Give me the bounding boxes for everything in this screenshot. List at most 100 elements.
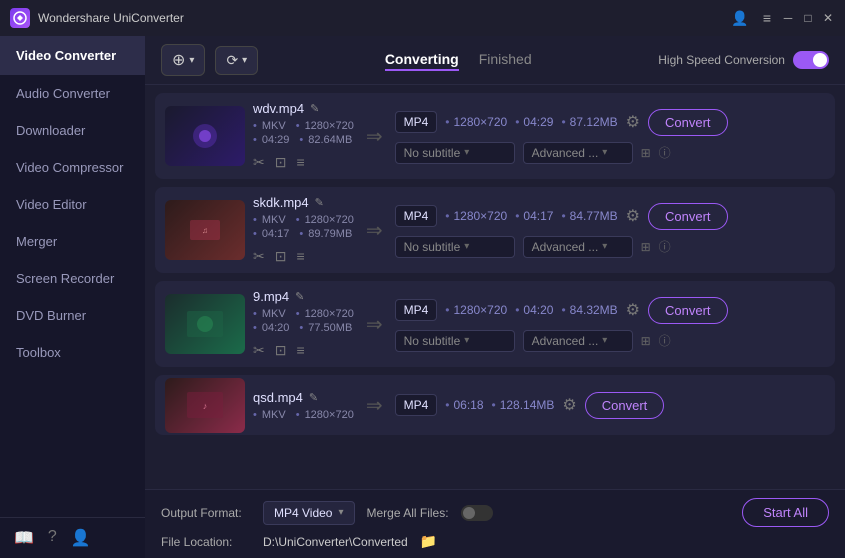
- header-tabs: Converting Finished: [385, 49, 532, 71]
- file-item-1: wdv.mp4 ✎ MKV 1280×720 04:29 82.64MB: [155, 93, 835, 179]
- file-meta-left-1: wdv.mp4 ✎ MKV 1280×720 04:29 82.64MB: [253, 101, 354, 171]
- advanced-select-1[interactable]: Advanced ... ▾: [523, 142, 633, 164]
- sidebar-item-screen-recorder[interactable]: Screen Recorder: [0, 260, 145, 297]
- file-output-4: MP4 06:18 128.14MB ⚙ Convert: [395, 392, 825, 419]
- spec-res-2: 1280×720: [296, 214, 354, 226]
- thumb-image-4: ♪: [165, 378, 245, 433]
- info-icon-3[interactable]: ⓘ: [659, 332, 671, 349]
- out-format-2: MP4: [395, 205, 438, 227]
- effects-icon-1[interactable]: ≡: [296, 154, 304, 171]
- settings-icon-2[interactable]: ⚙: [626, 206, 640, 226]
- crop-icon-2[interactable]: ⊡: [275, 248, 287, 265]
- book-icon[interactable]: 📖: [14, 528, 34, 548]
- footer-right-group: Start All: [742, 498, 829, 527]
- close-button[interactable]: ✕: [821, 11, 835, 25]
- subtitle-label-1: No subtitle: [404, 146, 461, 160]
- advanced-label-1: Advanced ...: [532, 146, 599, 160]
- user-icon[interactable]: 👤: [71, 528, 91, 548]
- footer-row-1: Output Format: MP4 Video ▾ Merge All Fil…: [161, 498, 829, 527]
- maximize-button[interactable]: □: [801, 11, 815, 25]
- chevron-format: ▾: [338, 507, 343, 518]
- high-speed-toggle[interactable]: [793, 51, 829, 69]
- spec-row-2a: MKV 1280×720: [253, 214, 354, 226]
- file-item-4: ♪ qsd.mp4 ✎ MKV 1280×720 ⇒: [155, 375, 835, 435]
- settings-icon-3[interactable]: ⚙: [626, 300, 640, 320]
- arrow-icon-4: ⇒: [362, 393, 387, 418]
- spec-row-2b: 04:17 89.79MB: [253, 228, 354, 240]
- sidebar-item-toolbox[interactable]: Toolbox: [0, 334, 145, 371]
- high-speed-label: High Speed Conversion: [658, 53, 785, 67]
- settings-icon-1[interactable]: ⚙: [626, 112, 640, 132]
- convert-button-4[interactable]: Convert: [585, 392, 665, 419]
- output-format-select[interactable]: MP4 Video ▾: [263, 501, 355, 525]
- add-file-button[interactable]: ⊕ ▾: [161, 44, 205, 76]
- sidebar-item-merger[interactable]: Merger: [0, 223, 145, 260]
- cut-icon-1[interactable]: ✂: [253, 154, 265, 171]
- menu-icon[interactable]: ≡: [759, 10, 775, 26]
- edit-icon-1[interactable]: ✎: [310, 102, 319, 115]
- convert-button-1[interactable]: Convert: [648, 109, 728, 136]
- out-format-1: MP4: [395, 111, 438, 133]
- chevron-advanced-3: ▾: [602, 335, 607, 346]
- refresh-button[interactable]: ⟳ ▾: [215, 46, 258, 75]
- subtitle-label-3: No subtitle: [404, 334, 461, 348]
- preview-icon-3[interactable]: ⊞: [641, 334, 651, 348]
- advanced-select-3[interactable]: Advanced ... ▾: [523, 330, 633, 352]
- edit-icon-3[interactable]: ✎: [295, 290, 304, 303]
- file-meta-top-4: qsd.mp4 ✎: [253, 390, 354, 405]
- info-icon-2[interactable]: ⓘ: [659, 238, 671, 255]
- help-icon[interactable]: ?: [48, 528, 57, 548]
- minimize-button[interactable]: ─: [781, 11, 795, 25]
- convert-button-2[interactable]: Convert: [648, 203, 728, 230]
- file-location-label: File Location:: [161, 535, 251, 549]
- spec-dur-2: 04:17: [253, 228, 289, 240]
- file-meta-top-3: 9.mp4 ✎: [253, 289, 354, 304]
- chevron-subtitle-1: ▾: [464, 147, 469, 158]
- settings-icon-4[interactable]: ⚙: [562, 395, 576, 415]
- output-format-label: Output Format:: [161, 506, 251, 520]
- sidebar-item-video-compressor[interactable]: Video Compressor: [0, 149, 145, 186]
- out-res-1: 1280×720: [445, 115, 507, 129]
- folder-icon[interactable]: 📁: [420, 533, 437, 550]
- spec-dur-1: 04:29: [253, 134, 289, 146]
- subtitle-select-1[interactable]: No subtitle ▾: [395, 142, 515, 164]
- effects-icon-3[interactable]: ≡: [296, 342, 304, 359]
- sidebar-bottom: 📖 ? 👤: [0, 517, 145, 558]
- sidebar-item-downloader[interactable]: Downloader: [0, 112, 145, 149]
- info-icon-1[interactable]: ⓘ: [659, 144, 671, 161]
- start-all-button[interactable]: Start All: [742, 498, 829, 527]
- merge-label: Merge All Files:: [367, 506, 449, 520]
- subtitle-select-3[interactable]: No subtitle ▾: [395, 330, 515, 352]
- file-specs-2: MKV 1280×720 04:17 89.79MB: [253, 214, 354, 240]
- tab-converting[interactable]: Converting: [385, 49, 459, 71]
- preview-icon-1[interactable]: ⊞: [641, 146, 651, 160]
- sidebar-item-video-converter[interactable]: Video Converter: [0, 36, 145, 75]
- file-name-1: wdv.mp4: [253, 101, 304, 116]
- edit-icon-4[interactable]: ✎: [309, 391, 318, 404]
- tab-finished[interactable]: Finished: [479, 49, 532, 71]
- sidebar-item-video-editor[interactable]: Video Editor: [0, 186, 145, 223]
- convert-button-3[interactable]: Convert: [648, 297, 728, 324]
- sidebar-item-audio-converter[interactable]: Audio Converter: [0, 75, 145, 112]
- chevron-down-icon2: ▾: [242, 55, 247, 66]
- subtitle-select-2[interactable]: No subtitle ▾: [395, 236, 515, 258]
- footer: Output Format: MP4 Video ▾ Merge All Fil…: [145, 489, 845, 558]
- effects-icon-2[interactable]: ≡: [296, 248, 304, 265]
- edit-icon-2[interactable]: ✎: [315, 196, 324, 209]
- app-logo: [10, 8, 30, 28]
- preview-icon-2[interactable]: ⊞: [641, 240, 651, 254]
- crop-icon-1[interactable]: ⊡: [275, 154, 287, 171]
- cut-icon-2[interactable]: ✂: [253, 248, 265, 265]
- advanced-select-2[interactable]: Advanced ... ▾: [523, 236, 633, 258]
- spec-res-4: 1280×720: [296, 409, 354, 421]
- crop-icon-3[interactable]: ⊡: [275, 342, 287, 359]
- merge-toggle[interactable]: [461, 505, 493, 521]
- file-tools-1: ✂ ⊡ ≡: [253, 154, 354, 171]
- file-output-2: MP4 1280×720 04:17 84.77MB ⚙ Convert No …: [395, 203, 825, 258]
- cut-icon-3[interactable]: ✂: [253, 342, 265, 359]
- out-size-2: 84.77MB: [561, 209, 617, 223]
- arrow-icon-3: ⇒: [362, 312, 387, 337]
- profile-icon[interactable]: 👤: [727, 10, 752, 27]
- sidebar-item-dvd-burner[interactable]: DVD Burner: [0, 297, 145, 334]
- spec-size-3: 77.50MB: [299, 322, 352, 334]
